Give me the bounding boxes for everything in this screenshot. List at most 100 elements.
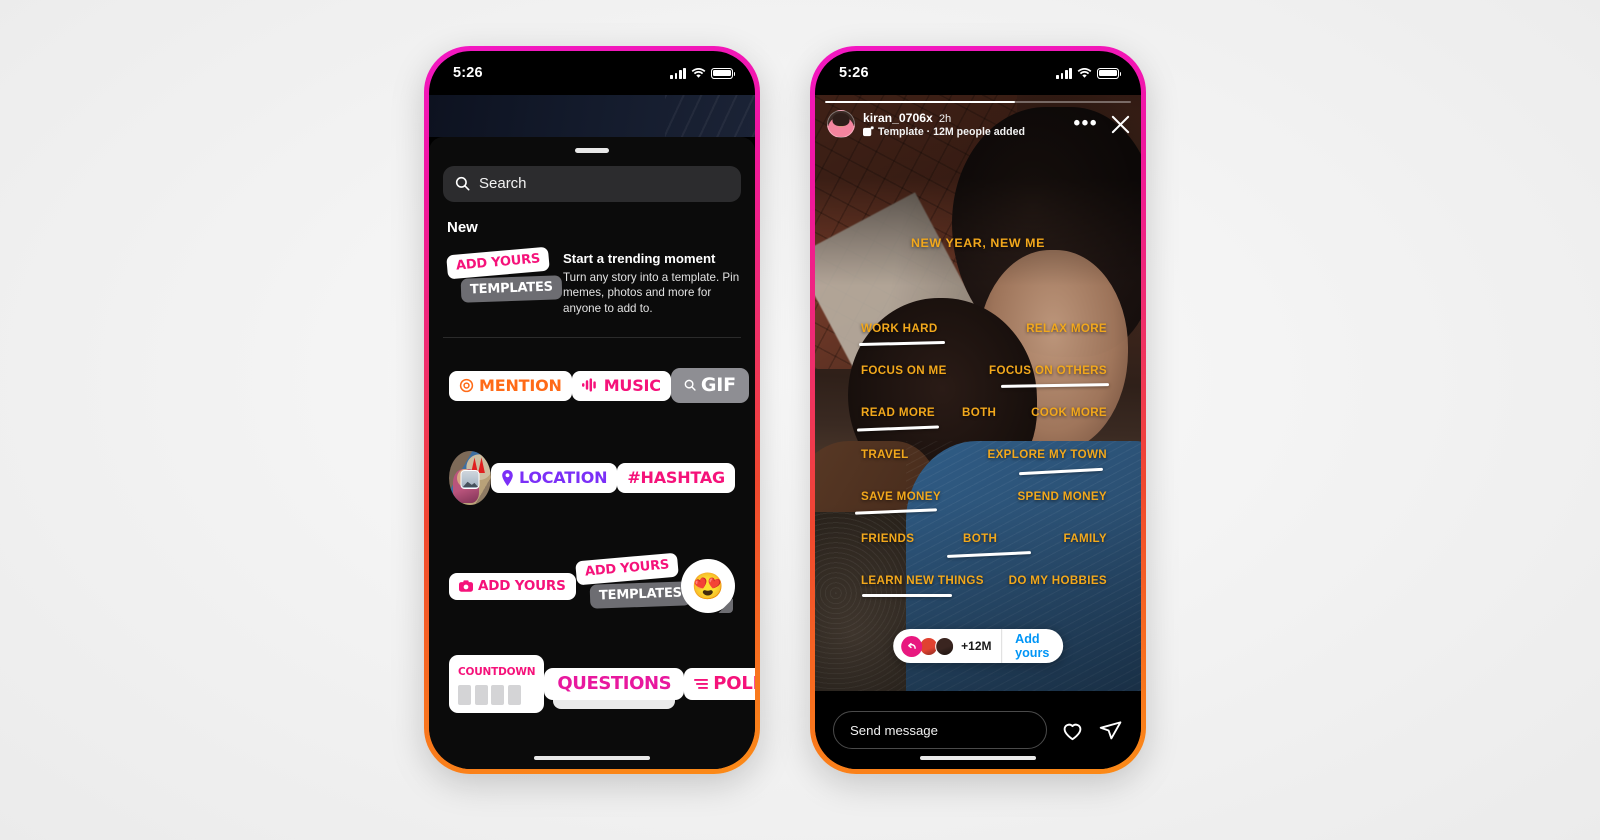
emoji-slider-sticker[interactable]: 😍 <box>681 559 735 614</box>
section-title-new: New <box>447 218 478 236</box>
template-option-right[interactable]: FAMILY <box>1063 532 1107 545</box>
promo-templates-label: TEMPLATES <box>460 274 563 303</box>
option-underline <box>858 340 946 346</box>
add-yours-templates-sticker[interactable]: ADD YOURS TEMPLATES <box>575 553 692 615</box>
template-option-row: READ MORE BOTH COOK MORE <box>815 406 1141 448</box>
promo-sticker-art: ADD YOURS TEMPLATES <box>446 246 563 313</box>
gif-sticker[interactable]: GIF <box>670 368 749 404</box>
questions-label: QUESTIONS <box>557 673 672 695</box>
participant-avatar <box>935 636 955 656</box>
poll-sticker[interactable]: POLL <box>684 668 755 701</box>
template-option-right[interactable]: FOCUS ON OTHERS <box>989 364 1107 377</box>
search-placeholder: Search <box>479 175 527 192</box>
add-yours-participants: +12M <box>893 635 1001 657</box>
template-option-left[interactable]: WORK HARD <box>861 322 938 335</box>
add-yours-sticker[interactable]: ADD YOURS <box>449 572 576 600</box>
add-yours-label: ADD YOURS <box>478 577 566 594</box>
template-option-left[interactable]: SAVE MONEY <box>861 490 941 503</box>
story-template-title: NEW YEAR, NEW ME <box>911 236 1045 250</box>
phone-left-screen: 5:26 Search New ADD YOURS TEMPLATES Star… <box>429 51 755 769</box>
paper-plane-icon[interactable] <box>1098 718 1123 743</box>
sheet-drag-handle[interactable] <box>575 148 609 153</box>
promo-copy: Start a trending moment Turn any story i… <box>563 251 741 318</box>
add-yours-count: +12M <box>961 639 992 653</box>
template-option-center[interactable]: BOTH <box>963 532 997 545</box>
story-template-subtitle: Template · 12M people added <box>878 125 1025 138</box>
story-author-meta: kiran_0706x 2h Template · 12M people add… <box>863 111 1066 138</box>
promo-body: Turn any story into a template. Pin meme… <box>563 270 740 316</box>
section-divider <box>443 337 741 339</box>
home-indicator[interactable] <box>534 755 650 760</box>
promo-card-templates[interactable]: ADD YOURS TEMPLATES Start a trending mom… <box>443 246 741 318</box>
battery-full-icon <box>711 67 736 79</box>
story-timestamp: 2h <box>938 112 952 125</box>
template-option-left[interactable]: LEARN NEW THINGS <box>861 574 984 587</box>
template-option-right[interactable]: EXPLORE MY TOWN <box>988 448 1107 461</box>
search-icon <box>455 176 470 191</box>
cellular-bars-icon <box>1056 67 1072 79</box>
search-input[interactable]: Search <box>443 165 741 202</box>
status-time: 5:26 <box>839 65 869 81</box>
template-option-row: LEARN NEW THINGS DO MY HOBBIES <box>815 574 1141 616</box>
avatar[interactable] <box>827 110 855 138</box>
phone-right: 5:26 kiran_0706x 2h Template · 12M peopl… <box>810 46 1146 774</box>
add-yours-arrow-icon <box>901 635 923 657</box>
story-username[interactable]: kiran_0706x <box>863 111 933 125</box>
template-option-center[interactable]: BOTH <box>962 406 996 419</box>
countdown-label: COUNTDOWN <box>458 666 536 679</box>
wifi-icon <box>691 67 706 78</box>
poll-lines-icon <box>694 678 709 689</box>
more-options-icon[interactable]: ••• <box>1074 114 1098 133</box>
status-bar-right: 5:26 <box>815 51 1141 95</box>
sticker-row-2: LOCATION #HASHTAG <box>443 451 741 506</box>
promo-add-yours-label: ADD YOURS <box>446 246 551 279</box>
mention-sticker[interactable]: MENTION <box>449 370 572 401</box>
story-header: kiran_0706x 2h Template · 12M people add… <box>827 110 1131 138</box>
home-indicator[interactable] <box>920 755 1036 760</box>
template-option-left[interactable]: TRAVEL <box>861 448 909 461</box>
template-option-right[interactable]: COOK MORE <box>1031 406 1107 419</box>
status-indicators <box>1056 67 1122 79</box>
template-option-row: TRAVEL EXPLORE MY TOWN <box>815 448 1141 490</box>
send-message-input[interactable]: Send message <box>833 711 1047 749</box>
hashtag-sticker[interactable]: #HASHTAG <box>617 463 735 494</box>
sticker-row-3: ADD YOURS ADD YOURS TEMPLATES 😍 <box>443 553 741 615</box>
template-option-row: FRIENDS BOTH FAMILY <box>815 532 1141 574</box>
story-template-options: WORK HARD RELAX MORE FOCUS ON ME FOCUS O… <box>815 322 1141 616</box>
sticker-row-1: MENTION MUSIC GIF <box>443 368 749 404</box>
template-option-row: FOCUS ON ME FOCUS ON OTHERS <box>815 364 1141 406</box>
selfie-sticker[interactable] <box>449 451 491 506</box>
template-option-left[interactable]: READ MORE <box>861 406 935 419</box>
music-sticker[interactable]: MUSIC <box>571 370 671 401</box>
story-viewer[interactable]: kiran_0706x 2h Template · 12M people add… <box>815 95 1141 691</box>
template-option-right[interactable]: SPEND MONEY <box>1017 490 1107 503</box>
phone-left: 5:26 Search New ADD YOURS TEMPLATES Star… <box>424 46 760 774</box>
location-sticker[interactable]: LOCATION <box>490 463 618 494</box>
option-underline <box>1000 383 1110 388</box>
option-underline <box>946 551 1032 558</box>
close-icon[interactable] <box>1110 114 1131 135</box>
add-yours-button[interactable]: Add yours <box>1002 632 1063 660</box>
template-stack-icon <box>863 126 874 137</box>
sticker-tray-sheet: Search New ADD YOURS TEMPLATES Start a t… <box>429 137 755 769</box>
countdown-sticker[interactable]: COUNTDOWN <box>449 655 545 714</box>
heart-icon[interactable] <box>1060 718 1085 743</box>
cellular-bars-icon <box>670 67 686 79</box>
at-threads-icon <box>459 378 474 393</box>
template-option-right[interactable]: DO MY HOBBIES <box>1009 574 1107 587</box>
template-option-left[interactable]: FRIENDS <box>861 532 914 545</box>
add-yours-templates-bottom-label: TEMPLATES <box>589 581 692 610</box>
questions-sticker[interactable]: QUESTIONS <box>544 668 685 710</box>
hashtag-label: #HASHTAG <box>627 468 725 488</box>
template-option-row: WORK HARD RELAX MORE <box>815 322 1141 364</box>
send-message-placeholder: Send message <box>850 722 938 738</box>
poll-label: POLL <box>713 673 755 695</box>
template-option-left[interactable]: FOCUS ON ME <box>861 364 947 377</box>
status-indicators <box>670 67 736 79</box>
template-option-right[interactable]: RELAX MORE <box>1026 322 1107 335</box>
option-underline <box>862 594 952 597</box>
countdown-digits <box>458 685 535 706</box>
pin-icon <box>502 469 513 486</box>
story-header-actions: ••• <box>1074 114 1131 135</box>
add-yours-pill[interactable]: +12M Add yours <box>893 629 1063 663</box>
